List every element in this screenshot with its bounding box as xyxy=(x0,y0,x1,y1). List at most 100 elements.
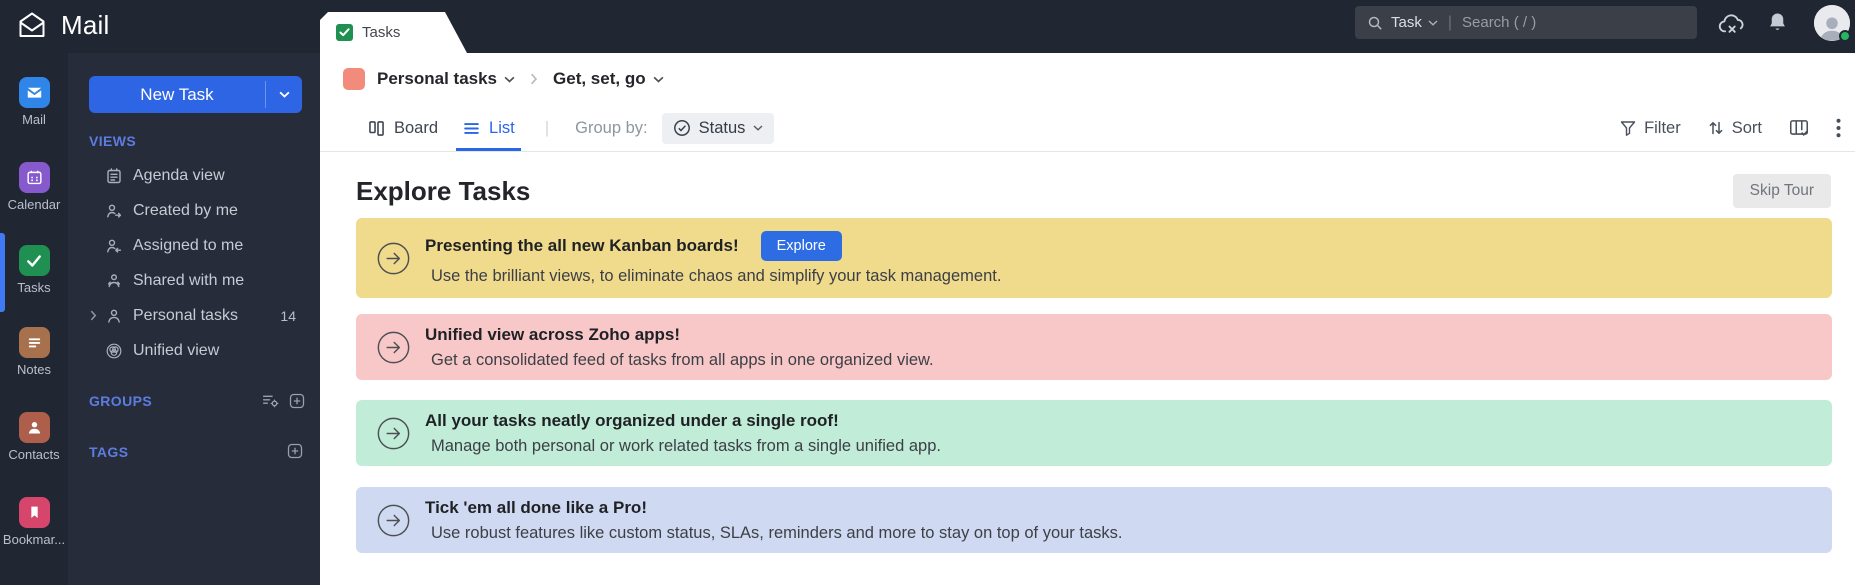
contacts-app-icon xyxy=(18,412,50,443)
arrow-circle-icon xyxy=(377,504,410,537)
views-list: Agenda view Created by me Assigned to me… xyxy=(68,158,320,368)
tasks-check-icon xyxy=(336,24,353,41)
sidebar-item-unified-view[interactable]: Unified view xyxy=(68,333,320,368)
tags-section-label: TAGS xyxy=(89,444,129,460)
chevron-down-icon xyxy=(653,76,664,83)
expand-chevron-icon[interactable] xyxy=(90,310,105,321)
sidebar-item-personal-tasks[interactable]: Personal tasks 14 xyxy=(68,298,320,333)
filter-funnel-icon xyxy=(1620,121,1636,136)
views-section-label: VIEWS xyxy=(89,133,137,149)
toolbar-divider: | xyxy=(544,118,550,137)
sort-arrows-icon xyxy=(1709,121,1723,135)
breadcrumb-separator-icon xyxy=(530,73,538,85)
status-check-circle-icon xyxy=(673,120,690,136)
unified-view-icon xyxy=(105,342,123,360)
main-panel: Personal tasks Get, set, go Board List |… xyxy=(320,53,1855,585)
new-task-label[interactable]: New Task xyxy=(89,76,265,113)
breadcrumb: Personal tasks Get, set, go xyxy=(320,53,1855,105)
search-input[interactable] xyxy=(1462,14,1685,31)
person-arrow-in-icon xyxy=(105,237,123,255)
rail-item-bookmarks[interactable]: Bookmar... xyxy=(0,497,68,547)
rail-item-contacts[interactable]: Contacts xyxy=(0,412,68,462)
tour-banner-single-roof[interactable]: All your tasks neatly organized under a … xyxy=(356,400,1832,466)
filter-button[interactable]: Filter xyxy=(1619,119,1681,138)
mail-app-icon xyxy=(18,77,50,108)
groups-section-label: GROUPS xyxy=(89,393,153,409)
banner-subtitle: Get a consolidated feed of tasks from al… xyxy=(431,350,934,369)
search-icon xyxy=(1367,15,1383,31)
person-icon xyxy=(105,307,123,325)
chevron-down-icon xyxy=(1428,19,1438,26)
new-task-dropdown-button[interactable] xyxy=(266,76,302,113)
presence-status-dot xyxy=(1839,30,1851,42)
tasks-app-icon xyxy=(18,245,50,276)
top-bar: Mail Task | xyxy=(0,0,1855,53)
app-rail: Mail Calendar Tasks Notes Contacts Bookm… xyxy=(0,53,68,585)
rail-item-notes[interactable]: Notes xyxy=(0,327,68,377)
tour-banner-pro-features[interactable]: Tick 'em all done like a Pro! Use robust… xyxy=(356,487,1832,553)
add-tag-icon[interactable] xyxy=(286,442,304,460)
chevron-down-icon xyxy=(753,125,763,131)
tour-banner-unified-view[interactable]: Unified view across Zoho apps! Get a con… xyxy=(356,314,1832,380)
group-by-status-dropdown[interactable]: Status xyxy=(661,112,775,144)
chevron-down-icon xyxy=(504,76,515,83)
explore-tour-panel: Explore Tasks Skip Tour Presenting the a… xyxy=(320,152,1855,553)
more-options-kebab-icon[interactable] xyxy=(1836,118,1841,138)
page-title: Explore Tasks xyxy=(356,175,531,206)
app-title: Mail xyxy=(61,9,110,40)
project-color-swatch xyxy=(343,68,365,90)
tour-banner-kanban[interactable]: Presenting the all new Kanban boards! Ex… xyxy=(356,218,1832,298)
group-by-label: Group by: xyxy=(575,118,648,137)
skip-tour-button[interactable]: Skip Tour xyxy=(1732,174,1831,208)
sidebar: New Task VIEWS Agenda view Created by me… xyxy=(68,53,320,585)
tab-tasks[interactable]: Tasks xyxy=(320,12,467,53)
tab-tasks-label: Tasks xyxy=(362,24,401,41)
arrow-circle-icon xyxy=(377,331,410,364)
search-divider: | xyxy=(1447,13,1452,31)
calendar-app-icon xyxy=(18,162,50,193)
arrow-circle-icon xyxy=(377,417,410,450)
banner-subtitle: Use robust features like custom status, … xyxy=(431,523,1123,542)
column-settings-icon[interactable] xyxy=(1788,117,1810,139)
app-logo[interactable]: Mail xyxy=(15,9,109,41)
user-avatar[interactable] xyxy=(1814,5,1851,42)
view-toolbar: Board List | Group by: Status Filter Sor… xyxy=(320,105,1855,152)
rail-item-mail[interactable]: Mail xyxy=(0,77,68,127)
new-task-button[interactable]: New Task xyxy=(89,76,302,113)
sidebar-item-assigned-to-me[interactable]: Assigned to me xyxy=(68,228,320,263)
cloud-sync-icon[interactable] xyxy=(1717,12,1747,38)
breadcrumb-page-dropdown[interactable]: Get, set, go xyxy=(553,69,664,89)
person-arrow-out-icon xyxy=(105,202,123,220)
sidebar-item-shared-with-me[interactable]: Shared with me xyxy=(68,263,320,298)
sort-button[interactable]: Sort xyxy=(1707,119,1762,138)
person-share-icon xyxy=(105,272,123,290)
breadcrumb-project-dropdown[interactable]: Personal tasks xyxy=(377,69,515,89)
notes-app-icon xyxy=(18,327,50,358)
add-group-icon[interactable] xyxy=(288,392,306,410)
sidebar-item-created-by-me[interactable]: Created by me xyxy=(68,193,320,228)
search-bar[interactable]: Task | xyxy=(1355,6,1697,39)
notifications-bell-icon[interactable] xyxy=(1766,10,1789,34)
banner-subtitle: Manage both personal or work related tas… xyxy=(431,436,941,455)
tab-list-view[interactable]: List xyxy=(456,119,521,151)
explore-button[interactable]: Explore xyxy=(760,230,842,261)
chevron-down-icon xyxy=(278,91,290,98)
manage-groups-icon[interactable] xyxy=(261,391,280,410)
banner-title: Tick 'em all done like a Pro! xyxy=(425,497,647,517)
arrow-circle-icon xyxy=(377,242,410,275)
tab-board-view[interactable]: Board xyxy=(367,119,438,138)
banner-subtitle: Use the brilliant views, to eliminate ch… xyxy=(431,266,1002,285)
banner-title: Unified view across Zoho apps! xyxy=(425,324,681,344)
bookmarks-app-icon xyxy=(18,497,50,528)
board-icon xyxy=(369,120,384,136)
personal-tasks-count: 14 xyxy=(280,307,296,324)
rail-item-calendar[interactable]: Calendar xyxy=(0,162,68,212)
agenda-view-icon xyxy=(105,167,123,185)
banner-title: Presenting the all new Kanban boards! xyxy=(425,235,739,255)
rail-item-tasks[interactable]: Tasks xyxy=(0,245,68,295)
banner-title: All your tasks neatly organized under a … xyxy=(425,410,839,430)
mail-logo-icon xyxy=(15,9,49,41)
search-scope-dropdown[interactable]: Task xyxy=(1391,14,1438,31)
list-icon xyxy=(464,122,479,134)
sidebar-item-agenda-view[interactable]: Agenda view xyxy=(68,158,320,193)
